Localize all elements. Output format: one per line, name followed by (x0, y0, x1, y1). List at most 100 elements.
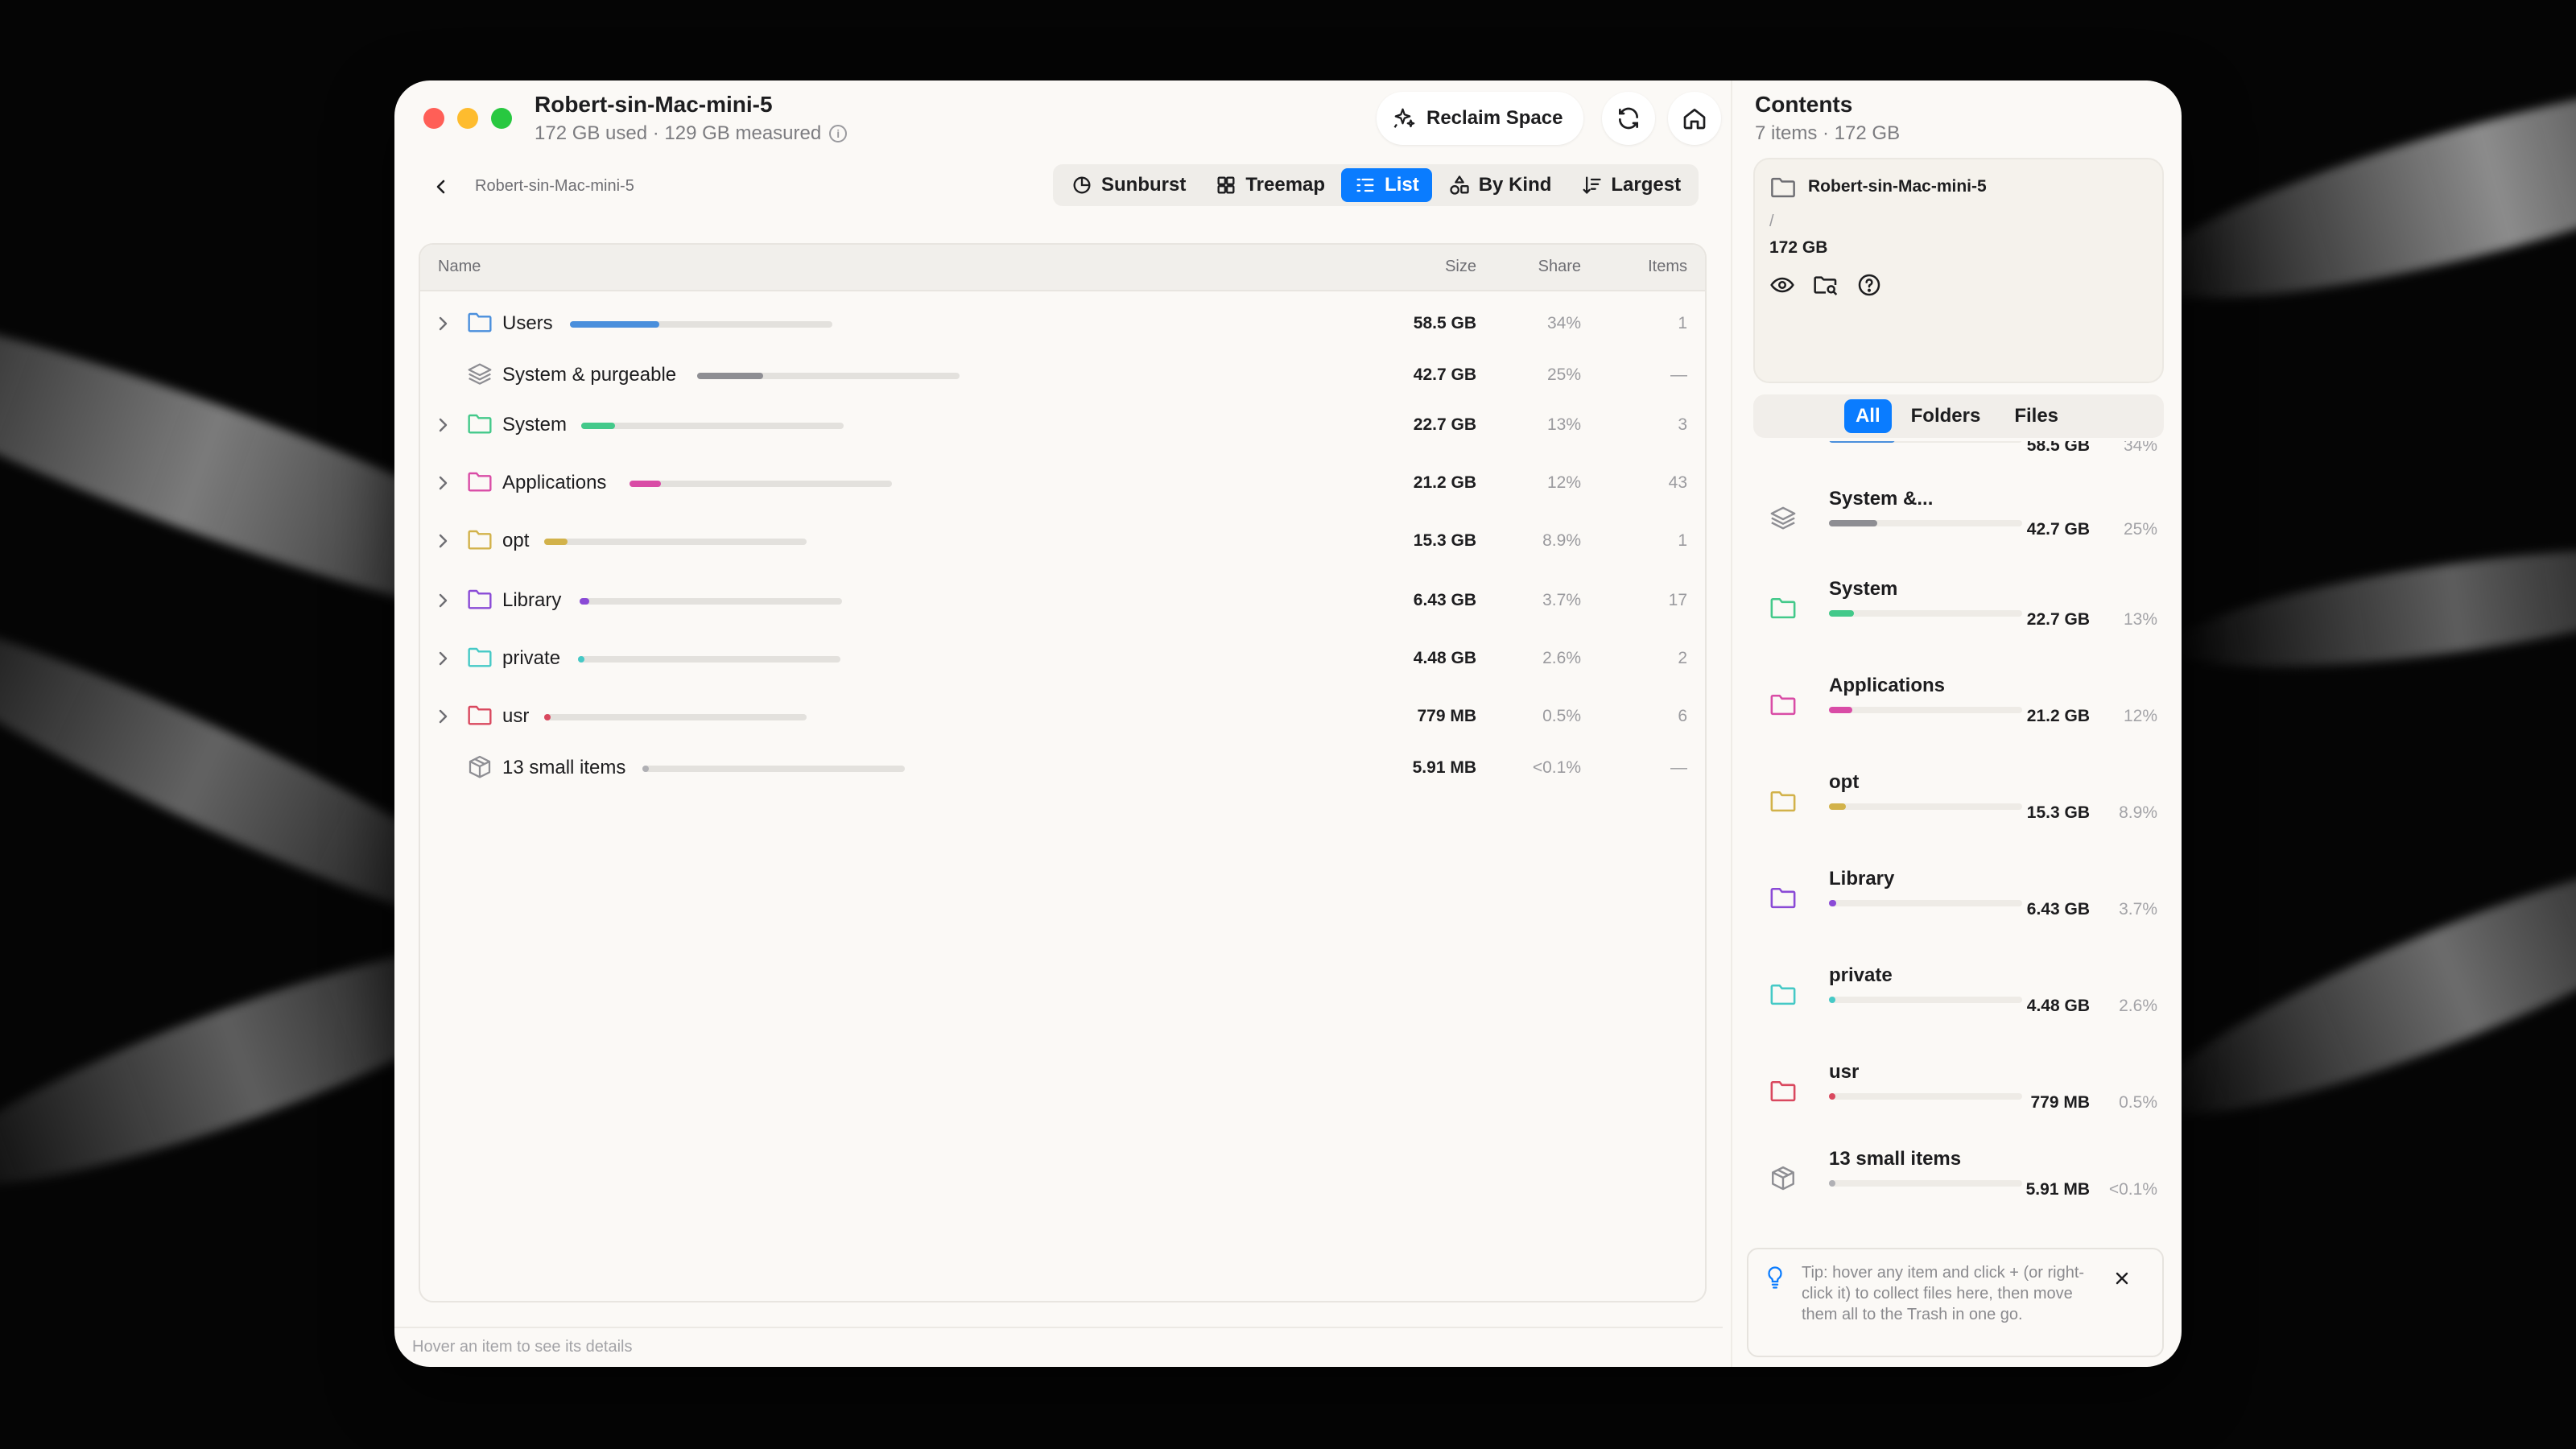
view-treemap-button[interactable]: Treemap (1202, 168, 1338, 202)
home-button[interactable] (1668, 92, 1721, 145)
row-name: usr (502, 705, 530, 727)
row-share-bar (630, 481, 892, 487)
column-share-header[interactable]: Share (1538, 258, 1581, 276)
contents-summary: 7 items · 172 GB (1755, 122, 1901, 144)
row-items: 1 (1678, 314, 1687, 332)
quick-look-eye-icon[interactable] (1769, 272, 1795, 298)
folder-icon (1769, 789, 1797, 815)
row-share-bar-fill (570, 321, 659, 328)
filter-files-button[interactable]: Files (2000, 399, 2073, 433)
view-largest-label: Largest (1611, 174, 1682, 196)
item-share-bar-fill (1829, 707, 1852, 713)
folder-icon (1769, 886, 1797, 911)
table-row[interactable]: System & purgeable 42.7 GB 25% — (420, 351, 1705, 399)
item-share: 2.6% (2119, 997, 2157, 1015)
filter-folders-button[interactable]: Folders (1897, 399, 1996, 433)
breadcrumb[interactable]: Robert-sin-Mac-mini-5 (475, 177, 634, 196)
close-icon[interactable] (2112, 1269, 2132, 1288)
row-share-bar-fill (580, 598, 589, 605)
info-icon[interactable]: i (829, 125, 848, 142)
list-icon (1356, 178, 1374, 192)
view-treemap-label: Treemap (1245, 174, 1326, 196)
reveal-in-finder-icon[interactable] (1813, 272, 1839, 298)
back-button[interactable] (427, 172, 456, 201)
selected-item-name: Robert-sin-Mac-mini-5 (1808, 177, 1987, 196)
refresh-button[interactable] (1602, 92, 1655, 145)
view-by-kind-label: By Kind (1478, 174, 1552, 196)
table-row[interactable]: 13 small items 5.91 MB <0.1% — (420, 744, 1705, 792)
view-largest-button[interactable]: Largest (1567, 168, 1694, 202)
table-row[interactable]: private 4.48 GB 2.6% 2 (420, 634, 1705, 683)
folder-icon (467, 646, 493, 670)
list-item[interactable]: System 22.7 GB 13% (1753, 564, 2164, 660)
file-list-table: Name Size Share Items Users 58.5 GB 34% 1 Sy… (419, 243, 1707, 1302)
row-items: 43 (1668, 473, 1687, 492)
column-size-header[interactable]: Size (1445, 258, 1476, 276)
list-item[interactable]: 13 small items 5.91 MB <0.1% (1753, 1133, 2164, 1230)
refresh-icon (1619, 107, 1638, 130)
folder-icon (467, 528, 493, 552)
chevron-right-icon[interactable] (433, 314, 452, 333)
list-item[interactable]: usr 779 MB 0.5% (1753, 1046, 2164, 1143)
chevron-right-icon[interactable] (433, 591, 452, 610)
minimize-window-button[interactable] (457, 108, 478, 129)
list-item[interactable]: Library 6.43 GB 3.7% (1753, 853, 2164, 950)
table-row[interactable]: opt 15.3 GB 8.9% 1 (420, 517, 1705, 565)
item-name: opt (1829, 771, 1860, 793)
zoom-window-button[interactable] (491, 108, 512, 129)
row-share-bar (580, 598, 842, 605)
table-row[interactable]: Applications 21.2 GB 12% 43 (420, 459, 1705, 507)
folder-icon (467, 588, 493, 612)
view-sunburst-button[interactable]: Sunburst (1058, 168, 1199, 202)
close-window-button[interactable] (423, 108, 444, 129)
help-icon[interactable] (1856, 272, 1882, 298)
list-item[interactable]: Applications 21.2 GB 12% (1753, 660, 2164, 757)
column-items-header[interactable]: Items (1648, 258, 1687, 276)
panel-divider[interactable] (1731, 80, 1732, 1367)
item-share: 12% (2123, 707, 2157, 725)
column-name-header[interactable]: Name (438, 258, 481, 276)
view-list-button[interactable]: List (1341, 168, 1432, 202)
table-row[interactable]: System 22.7 GB 13% 3 (420, 401, 1705, 449)
list-item[interactable]: private 4.48 GB 2.6% (1753, 950, 2164, 1046)
filter-all-button[interactable]: All (1843, 399, 1892, 433)
selected-item-actions (1769, 272, 1882, 298)
chevron-right-icon[interactable] (433, 415, 452, 435)
row-name: Applications (502, 472, 607, 493)
row-name: Library (502, 589, 562, 611)
table-row[interactable]: Users 58.5 GB 34% 1 (420, 299, 1705, 348)
selected-item-size: 172 GB (1769, 238, 1828, 257)
chevron-right-icon[interactable] (433, 649, 452, 668)
row-share: 13% (1546, 415, 1581, 434)
row-size: 779 MB (1417, 707, 1476, 725)
reclaim-space-button[interactable]: Reclaim Space (1377, 92, 1584, 145)
list-item[interactable]: System &... 42.7 GB 25% (1753, 473, 2164, 570)
view-by-kind-button[interactable]: By Kind (1435, 168, 1565, 202)
chevron-right-icon[interactable] (433, 531, 452, 551)
window-title: Robert-sin-Mac-mini-5 (535, 92, 773, 117)
chevron-right-icon[interactable] (433, 473, 452, 493)
item-share-bar-fill (1829, 803, 1846, 810)
row-items: 17 (1668, 591, 1687, 609)
row-size: 4.48 GB (1413, 649, 1476, 667)
row-items: 2 (1678, 649, 1687, 667)
row-share: 0.5% (1542, 707, 1581, 725)
item-share-bar-fill (1829, 900, 1836, 906)
contents-list[interactable]: 58.5 GB 34% System &... 42.7 GB 25% System 2… (1753, 441, 2164, 1294)
row-share: 2.6% (1542, 649, 1581, 667)
contents-filter: All Folders Files (1753, 394, 2164, 438)
item-share: 13% (2123, 610, 2157, 629)
row-items: 6 (1678, 707, 1687, 725)
item-size: 21.2 GB (2026, 707, 2090, 725)
contents-title: Contents (1755, 92, 1853, 117)
table-row[interactable]: Library 6.43 GB 3.7% 17 (420, 576, 1705, 625)
chevron-right-icon[interactable] (433, 707, 452, 726)
app-window: Robert-sin-Mac-mini-5 172 GB used · 129 … (394, 80, 2182, 1367)
row-size: 6.43 GB (1413, 591, 1476, 609)
contents-partial-bar (1829, 441, 1895, 443)
list-item[interactable]: opt 15.3 GB 8.9% (1753, 757, 2164, 853)
item-share-bar-fill (1829, 997, 1835, 1003)
table-row[interactable]: usr 779 MB 0.5% 6 (420, 692, 1705, 741)
view-list-label: List (1385, 174, 1419, 196)
item-share: 8.9% (2119, 803, 2157, 822)
